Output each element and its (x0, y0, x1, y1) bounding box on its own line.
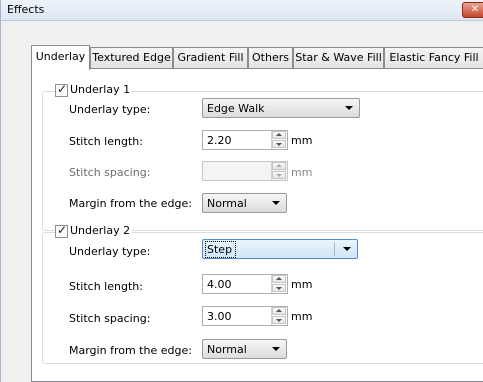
title-bar: Effects ✕ (1, 0, 483, 21)
check-icon: ✓ (57, 82, 68, 96)
underlay-2-type-label: Underlay type: (69, 245, 151, 258)
effects-dialog: Effects ✕ Underlay Textured Edge Gradien… (0, 0, 483, 382)
underlay-2-stitch-length-label: Stitch length: (69, 280, 143, 293)
underlay-2-type-dropdown[interactable]: Step (202, 239, 358, 259)
spin-down-button[interactable] (272, 140, 286, 148)
underlay-2-label: Underlay 2 (68, 224, 133, 237)
spin-up-button[interactable] (272, 275, 286, 283)
underlay-2-stitch-length-input[interactable]: 4.00 (202, 274, 288, 294)
underlay-1-stitch-length-unit: mm (291, 134, 313, 147)
underlay-1-margin-value: Normal (207, 197, 247, 210)
tab-gradient-fill[interactable]: Gradient Fill (173, 47, 248, 69)
spin-down-button[interactable] (272, 316, 286, 324)
underlay-1-stitch-spacing-label: Stitch spacing: (69, 166, 151, 179)
tab-textured-edge[interactable]: Textured Edge (90, 47, 173, 69)
underlay-1-stitch-spacing-unit: mm (291, 166, 313, 179)
tab-others[interactable]: Others (248, 47, 293, 69)
spin-down-button (272, 171, 286, 179)
underlay-1-label: Underlay 1 (68, 83, 133, 96)
spinner-buttons (271, 307, 287, 325)
close-button[interactable]: ✕ (462, 2, 483, 18)
underlay-2-margin-value: Normal (207, 343, 247, 356)
chevron-down-icon (343, 247, 351, 251)
underlay-1-type-dropdown[interactable]: Edge Walk (202, 98, 360, 118)
underlay-1-stitch-length-label: Stitch length: (69, 135, 143, 148)
underlay-1-stitch-spacing-input (202, 161, 288, 181)
underlay-1-type-value: Edge Walk (207, 102, 265, 115)
spin-up-button[interactable] (272, 131, 286, 139)
underlay-2-margin-label: Margin from the edge: (69, 344, 192, 357)
underlay-2-stitch-spacing-input[interactable]: 3.00 (202, 306, 288, 326)
underlay-1-margin-label: Margin from the edge: (69, 197, 192, 210)
spin-up-button (272, 162, 286, 170)
dropdown-separator (334, 242, 335, 256)
underlay-2-stitch-length-unit: mm (291, 278, 313, 291)
underlay-1-checkbox[interactable]: ✓ (55, 82, 68, 97)
underlay-2-type-value: Step (204, 241, 237, 258)
spin-up-button[interactable] (272, 307, 286, 315)
underlay-2-stitch-length-value: 4.00 (207, 278, 232, 291)
underlay-1-stitch-length-value: 2.20 (207, 134, 232, 147)
chevron-down-icon (272, 201, 280, 205)
underlay-2-checkbox[interactable]: ✓ (55, 223, 68, 238)
underlay-2-stitch-spacing-value: 3.00 (207, 310, 232, 323)
chevron-down-icon (345, 106, 353, 110)
underlay-1-stitch-length-input[interactable]: 2.20 (202, 130, 288, 150)
underlay-2-margin-dropdown[interactable]: Normal (202, 339, 287, 359)
tab-elastic-fancy-fill[interactable]: Elastic Fancy Fill (384, 47, 483, 69)
underlay-1-margin-dropdown[interactable]: Normal (202, 193, 287, 213)
check-icon: ✓ (57, 223, 68, 237)
underlay-2-stitch-spacing-label: Stitch spacing: (69, 312, 151, 325)
spinner-buttons (271, 162, 287, 180)
tab-star-wave-fill[interactable]: Star & Wave Fill (293, 47, 384, 69)
spinner-buttons (271, 131, 287, 149)
spin-down-button[interactable] (272, 284, 286, 292)
chevron-down-icon (272, 347, 280, 351)
tab-underlay[interactable]: Underlay (31, 45, 90, 70)
spinner-buttons (271, 275, 287, 293)
underlay-1-type-label: Underlay type: (69, 103, 151, 116)
close-icon: ✕ (470, 4, 480, 15)
underlay-2-stitch-spacing-unit: mm (291, 310, 313, 323)
window-title: Effects (7, 3, 45, 16)
